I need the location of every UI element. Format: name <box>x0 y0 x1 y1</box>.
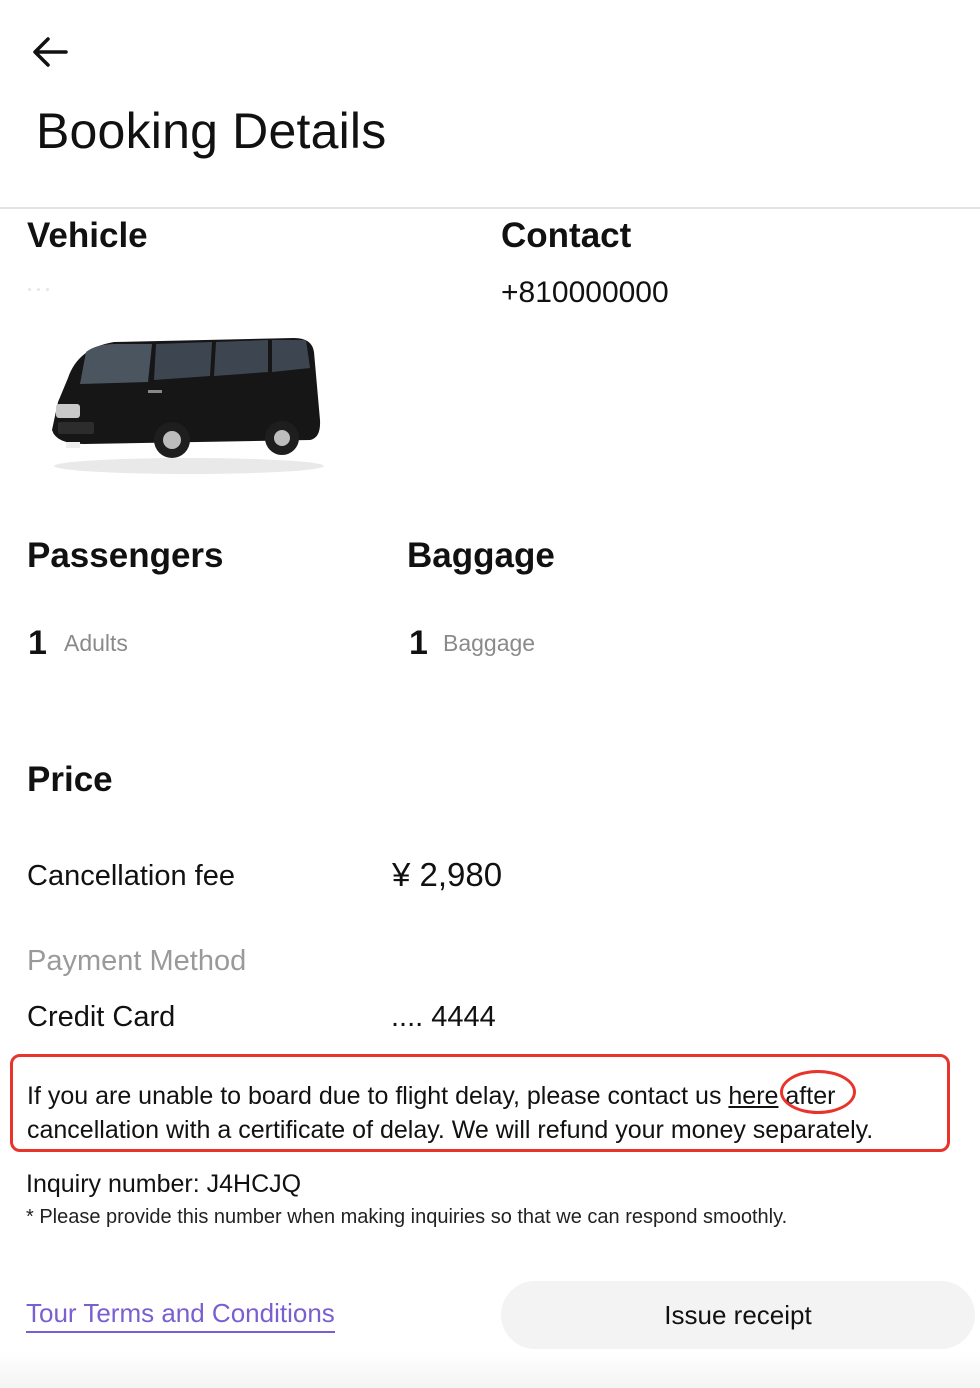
contact-heading: Contact <box>501 216 632 255</box>
bottom-fade <box>0 1352 980 1388</box>
cancellation-fee-label: Cancellation fee <box>27 860 235 892</box>
price-heading: Price <box>27 760 113 799</box>
delay-notice-text: If you are unable to board due to flight… <box>27 1079 957 1147</box>
passenger-unit: Adults <box>64 630 128 656</box>
inquiry-number: Inquiry number: J4HCJQ <box>26 1170 302 1198</box>
payment-method-label: Payment Method <box>27 945 247 977</box>
contact-phone: +810000000 <box>501 276 669 309</box>
notice-text-after: after <box>778 1082 836 1110</box>
contact-here-link[interactable]: here <box>728 1082 778 1110</box>
notice-text-before: If you are unable to board due to flight… <box>27 1082 729 1110</box>
vehicle-heading: Vehicle <box>27 216 148 255</box>
back-button[interactable] <box>28 30 76 74</box>
passengers-heading: Passengers <box>27 536 224 575</box>
inquiry-note: * Please provide this number when making… <box>26 1206 788 1228</box>
tour-terms-link[interactable]: Tour Terms and Conditions <box>26 1298 335 1333</box>
card-number: .... 4444 <box>391 1001 496 1033</box>
cancellation-fee-value: ¥ 2,980 <box>392 856 503 893</box>
payment-type: Credit Card <box>27 1001 176 1033</box>
delay-notice-box: If you are unable to board due to flight… <box>10 1054 950 1152</box>
baggage-heading: Baggage <box>407 536 555 575</box>
page-title: Booking Details <box>36 103 387 159</box>
issue-receipt-button[interactable]: Issue receipt <box>501 1281 975 1349</box>
vehicle-image <box>44 330 334 480</box>
baggage-unit: Baggage <box>443 630 536 656</box>
vehicle-name-blurred <box>28 278 158 308</box>
issue-receipt-label: Issue receipt <box>664 1299 812 1330</box>
arrow-left-icon <box>33 37 68 67</box>
passenger-count: 1 <box>28 624 47 662</box>
baggage-count: 1 <box>409 624 428 662</box>
notice-text-line2: cancellation with a certificate of delay… <box>27 1116 874 1144</box>
header-divider <box>0 207 980 209</box>
